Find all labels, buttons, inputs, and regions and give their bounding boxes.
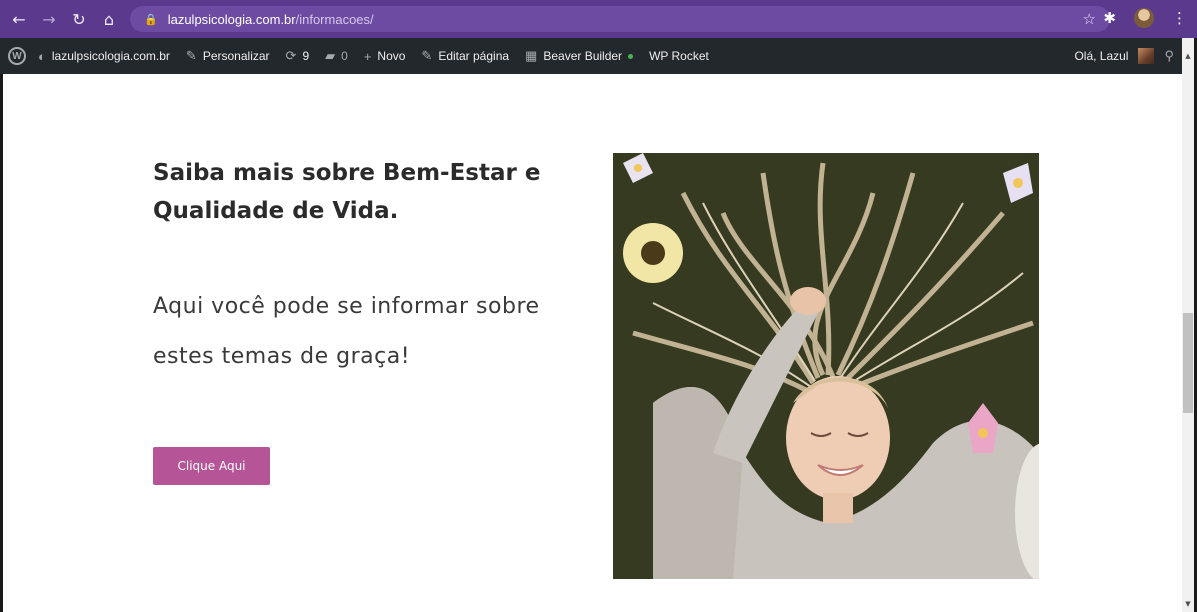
url-path: /informacoes/: [295, 11, 374, 27]
beaver-label: Beaver Builder: [543, 49, 623, 63]
back-arrow-icon[interactable]: ←: [8, 8, 30, 30]
scroll-up-arrow-icon[interactable]: ▲: [1182, 38, 1194, 74]
flower-top-left: [623, 223, 683, 283]
dashboard-icon: ◐: [38, 48, 46, 64]
admin-site-link[interactable]: ◐ lazulpsicologia.com.br: [30, 38, 178, 74]
new-content-link[interactable]: + Novo: [356, 38, 414, 74]
plus-icon: +: [363, 48, 372, 64]
wp-admin-bar: W ◐ lazulpsicologia.com.br ✎ Personaliza…: [0, 38, 1182, 74]
star-icon[interactable]: ☆: [1083, 10, 1096, 28]
new-label: Novo: [377, 49, 406, 63]
wordpress-logo-icon[interactable]: W: [8, 47, 26, 65]
beaver-builder-link[interactable]: ▦ Beaver Builder: [517, 38, 641, 74]
comments-link[interactable]: ▰ 0: [317, 38, 356, 74]
home-icon[interactable]: ⌂: [98, 8, 120, 30]
pencil-icon: ✎: [421, 48, 433, 63]
status-dot-icon: [628, 53, 634, 59]
user-greeting[interactable]: Olá, Lazul: [1074, 49, 1128, 63]
edit-label: Editar página: [438, 49, 510, 63]
layout-icon: ▦: [525, 48, 538, 63]
address-bar[interactable]: 🔒 lazulpsicologia.com.br/informacoes/ ☆: [130, 6, 1110, 32]
updates-count: 9: [302, 49, 310, 63]
brush-icon: ✎: [185, 48, 197, 63]
scrollbar-thumb[interactable]: [1183, 313, 1193, 413]
extensions-icon[interactable]: ✱: [1103, 9, 1116, 27]
forward-arrow-icon[interactable]: →: [38, 8, 60, 30]
profile-avatar[interactable]: [1134, 8, 1154, 28]
menu-dots-icon[interactable]: ⋮: [1172, 9, 1187, 27]
updates-link[interactable]: ⟳ 9: [278, 38, 318, 74]
site-name: lazulpsicologia.com.br: [51, 49, 170, 63]
browser-toolbar: ← → ↻ ⌂ 🔒 lazulpsicologia.com.br/informa…: [0, 0, 1197, 38]
page-subtext: Aqui você pode se informar sobre estes t…: [153, 294, 540, 369]
customize-label: Personalizar: [202, 49, 270, 63]
user-avatar[interactable]: [1138, 48, 1155, 64]
page-content: Saiba mais sobre Bem-Estar e Qualidade d…: [3, 74, 1182, 612]
comments-count: 0: [341, 49, 348, 63]
edit-page-link[interactable]: ✎ Editar página: [413, 38, 517, 74]
customize-link[interactable]: ✎ Personalizar: [178, 38, 278, 74]
cta-button[interactable]: Clique Aqui: [153, 447, 270, 485]
updates-icon: ⟳: [285, 48, 297, 63]
rocket-label: WP Rocket: [649, 49, 709, 63]
comment-icon: ▰: [325, 48, 336, 63]
reload-icon[interactable]: ↻: [68, 8, 90, 30]
page-heading: Saiba mais sobre Bem-Estar e Qualidade d…: [153, 160, 541, 224]
lock-icon: 🔒: [144, 12, 158, 26]
url-host: lazulpsicologia.com.br: [167, 11, 296, 27]
search-icon[interactable]: ⚲: [1164, 48, 1174, 64]
wp-rocket-link[interactable]: WP Rocket: [641, 38, 717, 74]
scroll-down-arrow-icon[interactable]: ▼: [1182, 598, 1194, 610]
woman-with-flowers-image: [613, 153, 1039, 579]
hero-photo: [613, 153, 1039, 579]
